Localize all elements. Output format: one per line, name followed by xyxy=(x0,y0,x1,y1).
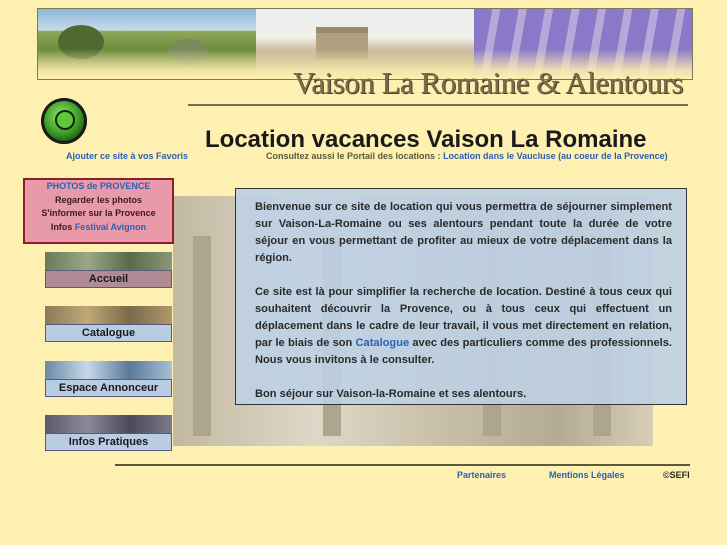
welcome-paragraph: Bienvenue sur ce site de location qui vo… xyxy=(255,201,672,264)
catalogue-link[interactable]: Catalogue xyxy=(356,337,410,349)
portal-text: Consultez aussi le Portail des locations… xyxy=(266,151,441,161)
copyright-text: ©SEFI xyxy=(663,470,690,480)
nav-label: Espace Annonceur xyxy=(45,379,172,397)
partners-link[interactable]: Partenaires xyxy=(457,470,506,480)
nav-thumbnail xyxy=(45,415,172,433)
page-title: Location vacances Vaison La Romaine xyxy=(205,126,647,153)
nav-accueil-button[interactable]: Accueil xyxy=(45,252,172,288)
portal-line: Consultez aussi le Portail des locations… xyxy=(266,151,668,161)
title-divider xyxy=(188,104,688,106)
green-orb-icon[interactable] xyxy=(41,98,87,144)
nav-espace-annonceur-button[interactable]: Espace Annonceur xyxy=(45,361,172,397)
provence-links-box: PHOTOS de PROVENCE Regarder les photos S… xyxy=(23,178,174,244)
portal-link[interactable]: Location dans le Vaucluse (au coeur de l… xyxy=(443,151,668,161)
add-favorites-link[interactable]: Ajouter ce site à vos Favoris xyxy=(66,151,188,161)
nav-catalogue-button[interactable]: Catalogue xyxy=(45,306,172,342)
nav-infos-pratiques-button[interactable]: Infos Pratiques xyxy=(45,415,172,451)
site-title: Vaison La Romaine & Alentours xyxy=(292,65,684,100)
nav-thumbnail xyxy=(45,361,172,379)
nav-label: Accueil xyxy=(45,270,172,288)
view-photos-link[interactable]: Regarder les photos xyxy=(55,195,142,205)
nav-label: Infos Pratiques xyxy=(45,433,172,451)
legal-notice-link[interactable]: Mentions Légales xyxy=(549,470,625,480)
photos-provence-link[interactable]: PHOTOS de PROVENCE xyxy=(47,181,151,191)
closing-paragraph: Bon séjour sur Vaison-la-Romaine et ses … xyxy=(255,388,527,400)
nav-thumbnail xyxy=(45,306,172,324)
welcome-panel: Bienvenue sur ce site de location qui vo… xyxy=(235,188,687,405)
purpose-paragraph: Ce site est là pour simplifier la recher… xyxy=(255,286,672,366)
festival-avignon-link[interactable]: Infos Festival Avignon xyxy=(51,222,146,232)
footer-divider xyxy=(115,464,690,466)
nav-thumbnail xyxy=(45,252,172,270)
provence-info-link[interactable]: S'informer sur la Provence xyxy=(41,208,155,218)
nav-label: Catalogue xyxy=(45,324,172,342)
